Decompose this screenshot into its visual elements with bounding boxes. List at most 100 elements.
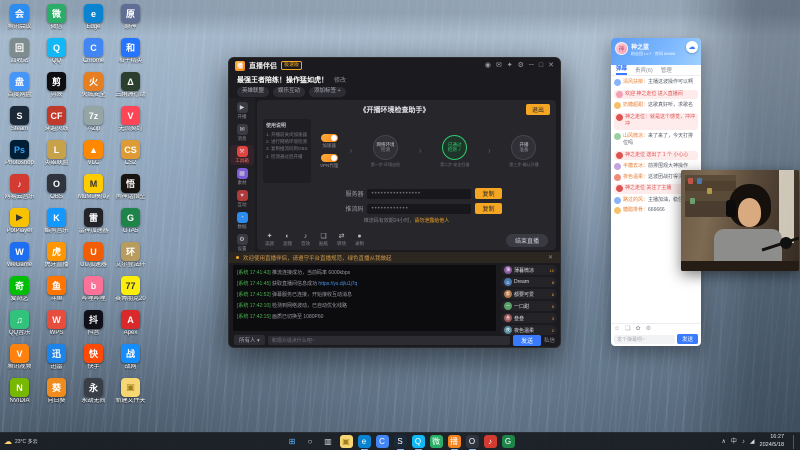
game-icon[interactable]: G (501, 435, 515, 448)
message-icon[interactable]: ✉ (496, 62, 502, 69)
desktop-icon[interactable]: W WeGame (4, 242, 35, 276)
desktop-icon[interactable]: 原原神 (115, 4, 146, 38)
viewer-row[interactable]: 薄薄暮微凉 12 (501, 265, 557, 275)
toolbar-item[interactable]: ⇄ 转场 (337, 233, 346, 247)
desktop-icon[interactable]: 火火绒安全 (78, 72, 109, 106)
room-tag[interactable]: 娱乐互动 (273, 87, 306, 97)
desktop-icon[interactable]: 迅迅雷 (41, 344, 72, 378)
desktop-icon[interactable]: Q QQ (41, 38, 72, 72)
desktop-icon[interactable]: MMuMu模拟器 (78, 174, 109, 208)
desktop-icon[interactable]: e Edge (78, 4, 109, 38)
desktop-icon[interactable]: 战战网 (115, 344, 146, 378)
desktop-icon[interactable]: A Apex (115, 310, 146, 344)
send-button[interactable]: 发送 (512, 334, 541, 346)
end-live-button[interactable]: 结束直播 (505, 233, 548, 247)
desktop-icon[interactable]: 回回收站 (4, 38, 35, 72)
desktop-icon[interactable]: 会腾讯会议 (4, 4, 35, 38)
viewer-row[interactable]: 叁叁叁 3 (501, 313, 557, 323)
user-icon[interactable]: ◉ (485, 62, 491, 69)
skin-icon[interactable]: ✦ (507, 62, 513, 69)
sidebar-item-tool[interactable]: ♥ 互动 (230, 189, 254, 209)
desktop-icon[interactable]: U UU加速器 (78, 242, 109, 276)
obs-icon[interactable]: O (465, 435, 479, 450)
wechat-icon[interactable]: 微 (429, 435, 443, 448)
sidebar-item-tool[interactable]: ◔ 数据 (230, 211, 254, 231)
exit-button[interactable]: 退出 (525, 104, 550, 115)
desktop-icon[interactable]: O OBS (41, 174, 72, 208)
sidebar-item-tool[interactable]: ▦ 素材 (230, 167, 254, 187)
desktop-icon[interactable]: W WPS (41, 310, 72, 344)
desktop-icon[interactable]: ▣ 新建文件夹 (115, 378, 146, 412)
desktop-icon[interactable]: 雷雷神加速器 (78, 208, 109, 242)
toolbar-item[interactable]: ❏ 贴纸 (319, 233, 328, 247)
desktop-icon[interactable]: S Steam (4, 106, 35, 140)
desktop-icon[interactable]: 抖抖音 (78, 310, 109, 344)
desktop-icon[interactable]: 奇爱奇艺 (4, 276, 35, 310)
desktop-icon[interactable]: 葵向日葵 (41, 378, 72, 412)
desktop-icon[interactable]: b 哔哩哔哩 (78, 276, 109, 310)
image-icon[interactable]: ❏ (625, 326, 630, 332)
toolbar-item[interactable]: ✦ 美颜 (265, 233, 274, 247)
cloud-sync-icon[interactable]: ☁ (686, 41, 698, 53)
viewer-row[interactable]: D Dream 8 (501, 277, 557, 287)
search-icon[interactable]: ○ (304, 435, 317, 448)
edit-title-button[interactable]: 修改 (334, 75, 346, 84)
desktop-icon[interactable]: ♪ 网易云音乐 (4, 174, 35, 208)
message-input[interactable]: 和观众说点什么吧~ (267, 335, 510, 345)
desktop-icon[interactable]: Ps Photoshop (4, 140, 35, 174)
show-desktop-button[interactable] (793, 434, 796, 449)
close-icon[interactable]: ✕ (548, 62, 554, 69)
toggle-switch[interactable] (320, 153, 338, 162)
copy-button[interactable]: 复制 (475, 203, 502, 214)
danmaku-tab[interactable]: 管理 (661, 66, 672, 75)
maximize-icon[interactable]: □ (539, 62, 543, 69)
minimize-icon[interactable]: ─ (529, 62, 534, 69)
desktop-icon[interactable]: ▲ VLC (78, 140, 109, 174)
volume-icon[interactable]: ♪ (742, 439, 745, 445)
viewer-row[interactable]: 都都要可爱 6 (501, 289, 557, 299)
desktop-icon[interactable]: 虎虎牙直播 (41, 242, 72, 276)
desktop-icon[interactable]: 微微信 (41, 4, 72, 38)
ime-indicator[interactable]: 中 (731, 439, 737, 445)
danmaku-send-button[interactable]: 发送 (676, 334, 698, 344)
chrome-icon[interactable]: C (375, 435, 389, 448)
copy-button[interactable]: 复制 (475, 188, 502, 199)
netease-music-icon[interactable]: ♪ (483, 435, 497, 448)
toolbar-item[interactable]: ♪ 音效 (301, 233, 310, 247)
sidebar-item-tool[interactable]: ▶ 开播 (230, 101, 254, 121)
desktop-icon[interactable]: 环艾尔登法环 (115, 242, 146, 276)
desktop-icon[interactable]: L 英雄联盟 (41, 140, 72, 174)
danmaku-tab[interactable]: 弹幕 (616, 64, 628, 75)
audience-select[interactable]: 所有人 ▾ (234, 335, 265, 345)
desktop-icon[interactable]: ▶ PotPlayer (4, 208, 35, 242)
sidebar-item-tool[interactable]: ✉ 消息 (230, 123, 254, 143)
field-value[interactable]: •••••••••••• (367, 203, 472, 214)
qq-icon[interactable]: Q (411, 435, 425, 450)
desktop-icon[interactable]: 剪剪映 (41, 72, 72, 106)
desktop-icon[interactable]: V 腾讯视频 (4, 344, 35, 378)
tray-expand-icon[interactable]: ∧ (721, 439, 725, 445)
viewer-row[interactable]: 一一口甜 5 (501, 301, 557, 311)
notice-close-icon[interactable]: ✕ (548, 254, 553, 261)
room-tag[interactable]: 英雄联盟 (237, 87, 270, 97)
desktop-icon[interactable]: ♫ QQ音乐 (4, 310, 35, 344)
desktop-icon[interactable]: 和和平精英 (115, 38, 146, 72)
settings-icon[interactable]: ⚙ (646, 326, 651, 332)
settings-icon[interactable]: ⚙ (518, 62, 524, 69)
weather-widget[interactable]: ☁ 23°C 多云 (4, 437, 154, 446)
desktop-icon[interactable]: 悟黑神话悟空 (115, 174, 146, 208)
task-view-icon[interactable]: ▥ (322, 435, 335, 448)
taskbar-clock[interactable]: 16:27 2024/5/18 (760, 434, 784, 448)
steam-icon[interactable]: S (393, 435, 407, 450)
desktop-icon[interactable]: G GTA5 (115, 208, 146, 242)
sidebar-item-tool[interactable]: ⚙ 设置 (230, 233, 254, 253)
desktop-icon[interactable]: Δ 三角洲行动 (115, 72, 146, 106)
desktop-icon[interactable]: 盘百度网盘 (4, 72, 35, 106)
danmaku-tab[interactable]: 贵宾(6) (635, 66, 653, 75)
desktop-icon[interactable]: 鱼斗鱼 (41, 276, 72, 310)
desktop-icon[interactable]: 77赛博朋克2077 (115, 276, 146, 310)
room-tag[interactable]: 添加标签 + (309, 87, 346, 97)
emoji-icon[interactable]: ☺ (614, 326, 620, 332)
start-button[interactable]: ⊞ (286, 435, 299, 448)
desktop-icon[interactable]: K 酷狗音乐 (41, 208, 72, 242)
